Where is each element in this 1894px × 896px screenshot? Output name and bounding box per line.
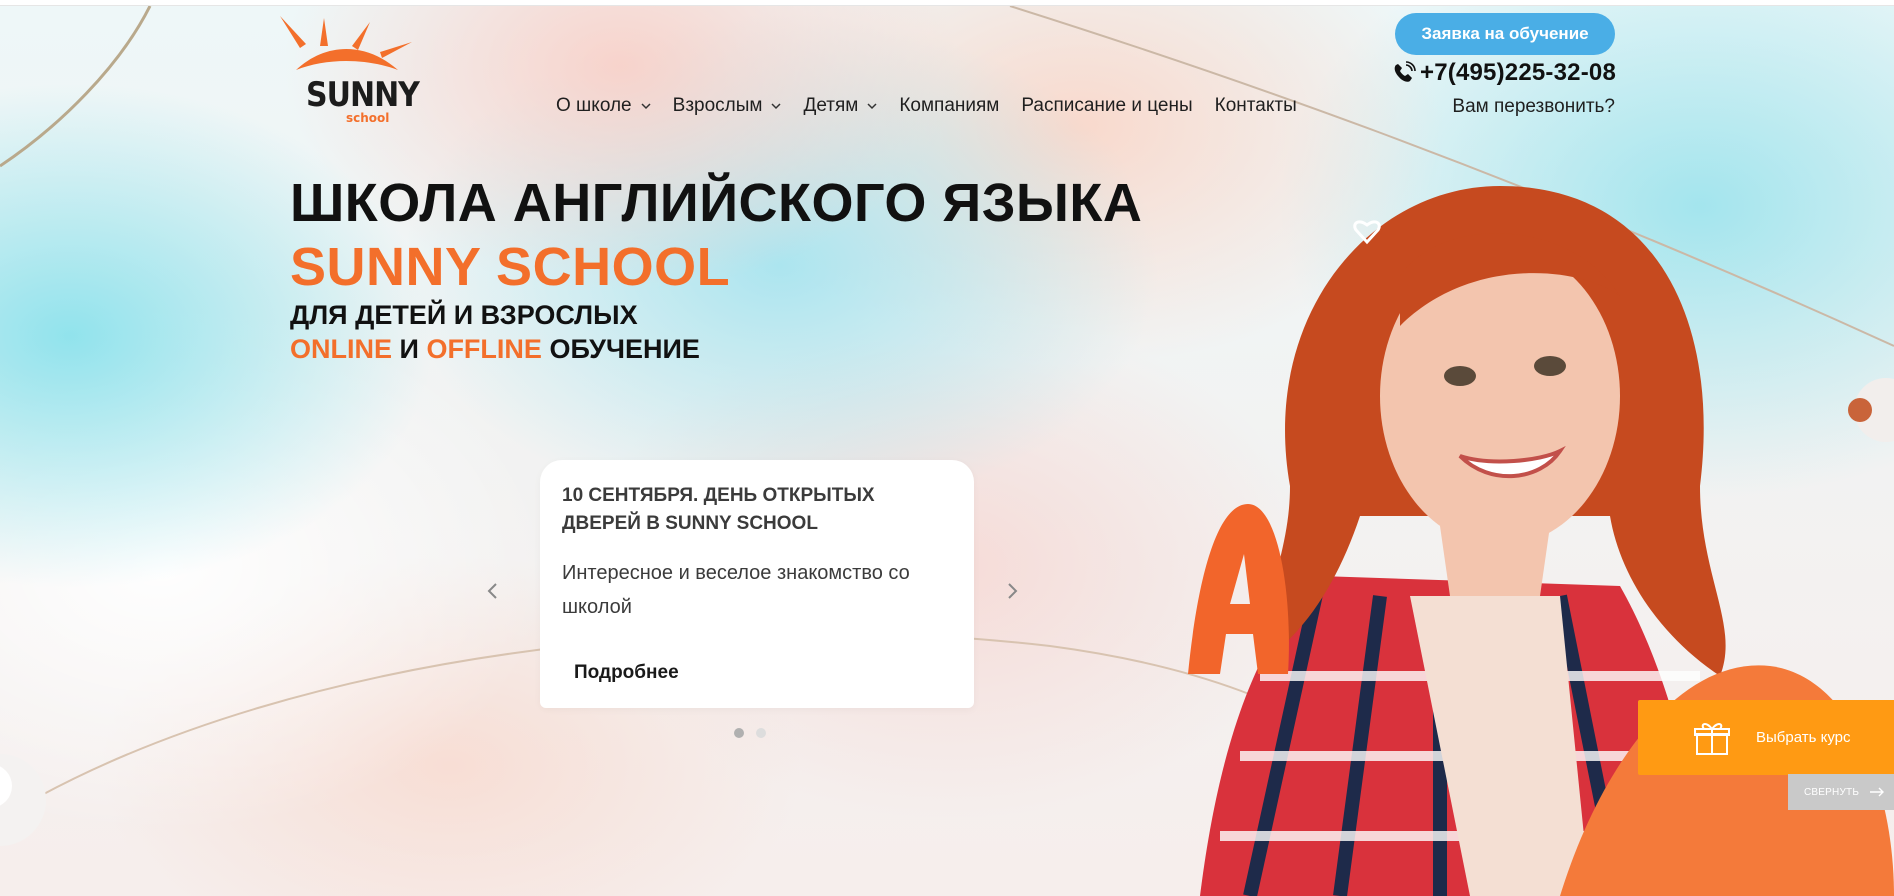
subtitle-and: И — [392, 334, 427, 364]
nav-item-kids[interactable]: Детям — [803, 95, 877, 117]
nav-item-label: Взрослым — [672, 95, 763, 116]
event-card-title: 10 СЕНТЯБРЯ. ДЕНЬ ОТКРЫТЫХ ДВЕРЕЙ В SUNN… — [562, 485, 875, 534]
nav-item-schedule[interactable]: Расписание и цены — [1021, 95, 1192, 117]
apply-button[interactable]: Заявка на обучение — [1395, 13, 1615, 55]
slider-dot-2[interactable] — [756, 728, 766, 738]
logo-subtitle: school — [346, 111, 390, 125]
hero-subtitle-line1: ДЛЯ ДЕТЕЙ И ВЗРОСЛЫХ — [290, 300, 638, 330]
collapse-label: СВЕРНУТЬ — [1804, 786, 1860, 798]
nav-item-about[interactable]: О школе — [556, 95, 651, 117]
nav-item-label: Компаниям — [899, 95, 1000, 116]
phone-icon — [1394, 61, 1416, 82]
decor-heart — [1352, 216, 1382, 246]
nav-item-label: Контакты — [1214, 95, 1297, 116]
nav-item-contacts[interactable]: Контакты — [1215, 95, 1297, 117]
sun-rays-icon — [280, 16, 412, 70]
hero-subtitle-line2: ONLINE И OFFLINE ОБУЧЕНИЕ — [290, 334, 700, 365]
nav-item-label: О школе — [556, 95, 632, 116]
student-photo — [1140, 156, 1840, 896]
slider-prev-arrow-icon[interactable] — [482, 580, 504, 602]
main-nav: О школе Взрослым Детям Компаниям Расписа… — [556, 92, 1319, 120]
nav-item-label: Детям — [803, 95, 859, 116]
event-card-text: Интересное и веселое знакомство со школо… — [562, 562, 910, 618]
subtitle-end: ОБУЧЕНИЕ — [541, 334, 700, 364]
slider-next-arrow-icon[interactable] — [1001, 580, 1023, 602]
choose-course-label: Выбрать курс — [1756, 729, 1851, 746]
event-card-more-link[interactable]: Подробнее — [574, 662, 679, 684]
phone-number: +7(495)225-32-08 — [1419, 59, 1616, 86]
hero-title-line1: ШКОЛА АНГЛИЙСКОГО ЯЗЫКА — [290, 173, 1143, 233]
chevron-down-icon — [867, 103, 877, 110]
page: SUNNY school О школе Взрослым Детям Комп… — [0, 0, 1894, 896]
slider-dots — [734, 728, 778, 738]
event-card: 10 СЕНТЯБРЯ. ДЕНЬ ОТКРЫТЫХ ДВЕРЕЙ В SUNN… — [540, 460, 974, 708]
decor-letter-a — [1178, 494, 1298, 684]
collapse-widget-button[interactable]: СВЕРНУТЬ — [1788, 774, 1894, 810]
chevron-down-icon — [641, 103, 651, 110]
choose-course-widget[interactable]: Выбрать курс — [1638, 700, 1894, 775]
arrow-right-icon — [1870, 787, 1885, 797]
logo[interactable]: SUNNY school — [266, 12, 420, 130]
nav-item-adults[interactable]: Взрослым — [673, 95, 782, 117]
subtitle-online: ONLINE — [290, 334, 393, 364]
decor-sphere-left — [0, 746, 50, 856]
decor-sphere-right — [1846, 376, 1894, 446]
nav-item-companies[interactable]: Компаниям — [899, 95, 999, 117]
gift-icon — [1694, 722, 1730, 755]
nav-item-label: Расписание и цены — [1021, 95, 1193, 116]
decor-lines — [0, 6, 1894, 896]
top-border — [0, 0, 1894, 6]
slider-dot-1[interactable] — [734, 728, 744, 738]
hero-banner — [0, 6, 1894, 896]
subtitle-offline: OFFLINE — [426, 334, 542, 364]
logo-wordmark: SUNNY — [306, 75, 420, 116]
phone-link[interactable]: +7(495)225-32-08 — [1378, 58, 1616, 88]
hero-title-line2: SUNNY SCHOOL — [290, 237, 731, 297]
chevron-down-icon — [771, 103, 781, 110]
callback-link[interactable]: Вам перезвонить? — [1410, 96, 1615, 118]
